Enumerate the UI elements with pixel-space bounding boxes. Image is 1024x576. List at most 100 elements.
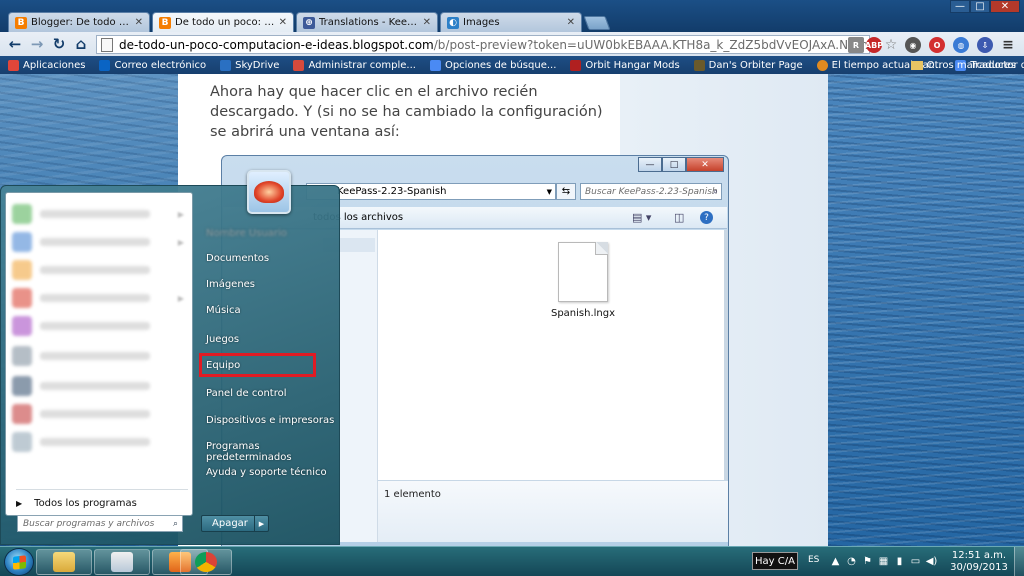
file-icon[interactable] <box>558 242 608 302</box>
item-count: 1 elemento <box>384 489 441 500</box>
app-icon <box>12 404 32 424</box>
program-item[interactable]: ▶ <box>12 287 190 309</box>
minimize-window-button[interactable]: — <box>950 0 970 13</box>
start-button[interactable] <box>4 548 34 576</box>
url-path: /b/post-preview?token=uUW0bkEBAAA.KTH8a_… <box>433 37 870 52</box>
display-icon[interactable]: ▭ <box>910 556 921 567</box>
new-tab-button[interactable] <box>583 16 611 30</box>
volume-icon[interactable]: ◀) <box>926 556 938 567</box>
close-window-button[interactable]: ✕ <box>990 0 1020 13</box>
close-icon[interactable]: ✕ <box>135 17 143 28</box>
close-icon[interactable]: ✕ <box>423 17 431 28</box>
program-item[interactable] <box>12 403 190 425</box>
address-bar[interactable]: de-todo-un-poco-computacion-e-ideas.blog… <box>96 35 870 54</box>
chevron-down-icon[interactable]: ▼ <box>547 188 552 196</box>
tab-images[interactable]: ◐ Images ✕ <box>440 12 582 32</box>
program-item[interactable]: ▶ <box>12 231 190 253</box>
close-icon[interactable]: ✕ <box>279 17 287 28</box>
person-icon <box>693 59 705 71</box>
language-indicator[interactable]: ES <box>808 555 819 565</box>
start-search-input[interactable]: Buscar programas y archivos ⌕ <box>17 515 183 532</box>
program-item[interactable] <box>12 259 190 281</box>
bookmark-opciones-busqueda[interactable]: Opciones de búsque... <box>429 59 556 71</box>
system-clock[interactable]: 12:51 a.m. 30/09/2013 <box>946 550 1012 574</box>
taskbar-app[interactable] <box>94 549 150 575</box>
chevron-right-icon[interactable]: ▶ <box>254 516 268 531</box>
taskbar-chrome[interactable] <box>180 549 232 575</box>
tab-label: Images <box>463 17 500 28</box>
other-bookmarks[interactable]: Otros marcadores <box>910 56 1016 74</box>
bookmark-correo[interactable]: Correo electrónico <box>99 59 206 71</box>
post-paragraph: Ahora hay que hacer clic en el archivo r… <box>210 84 603 140</box>
bookmark-skydrive[interactable]: SkyDrive <box>220 59 279 71</box>
network-icon[interactable]: ▦ <box>878 556 889 567</box>
extension-icon[interactable]: ◉ <box>905 37 921 53</box>
clock-sync-icon[interactable]: ◔ <box>846 556 857 567</box>
reload-icon[interactable]: ↻ <box>48 33 70 55</box>
program-item[interactable] <box>12 431 190 453</box>
explorer-search-input[interactable]: Buscar KeePass-2.23-Spanish ⌕ <box>580 183 722 200</box>
clock-time: 12:51 a.m. <box>951 550 1007 561</box>
maximize-window-button[interactable]: □ <box>970 0 990 13</box>
program-item[interactable]: ▶ <box>12 203 190 225</box>
bookmark-orbit-hangar[interactable]: Orbit Hangar Mods <box>570 59 680 71</box>
bookmark-aplicaciones[interactable]: Aplicaciones <box>8 59 85 71</box>
program-item[interactable] <box>12 345 190 367</box>
start-item-programas-predeterminados[interactable]: Programas predeterminados <box>206 441 339 463</box>
program-item[interactable] <box>12 315 190 337</box>
home-icon[interactable]: ⌂ <box>70 33 92 55</box>
show-desktop-button[interactable] <box>1014 547 1024 576</box>
folder-icon <box>53 552 75 572</box>
star-icon[interactable]: ☆ <box>883 37 899 53</box>
signal-icon[interactable]: ▮ <box>894 556 905 567</box>
cloud-icon <box>220 59 232 71</box>
start-item-panel-control[interactable]: Panel de control <box>206 388 287 399</box>
start-item-ayuda[interactable]: Ayuda y soporte técnico <box>206 467 327 478</box>
menu-icon[interactable]: ≡ <box>1000 37 1016 53</box>
user-avatar[interactable] <box>247 170 291 214</box>
tab-blogger[interactable]: B Blogger: De todo un poco ✕ <box>8 12 150 32</box>
help-icon[interactable]: ? <box>700 211 713 224</box>
back-arrow-icon[interactable]: ← <box>4 33 26 55</box>
preview-pane-icon[interactable]: ◫ <box>674 211 684 224</box>
flag-icon[interactable]: ⚑ <box>862 556 873 567</box>
notification-tooltip: Hay C/A <box>752 552 798 570</box>
background-sea-image <box>828 74 1024 546</box>
bookmark-administrar[interactable]: Administrar comple... <box>293 59 416 71</box>
adblock-icon[interactable]: ABP <box>865 37 883 53</box>
close-icon[interactable]: ✕ <box>567 17 575 28</box>
taskbar-explorer[interactable] <box>36 549 92 575</box>
tab-post-preview[interactable]: B De todo un poco: Vista pre ✕ <box>152 12 294 32</box>
explorer-minimize-button[interactable]: — <box>638 157 662 172</box>
start-item-juegos[interactable]: Juegos <box>206 334 239 345</box>
mail-icon <box>12 232 32 252</box>
start-item-user[interactable]: Nombre Usuario <box>206 228 287 239</box>
download-icon[interactable]: ⇩ <box>977 37 993 53</box>
start-item-documentos[interactable]: Documentos <box>206 253 269 264</box>
explorer-close-button[interactable]: ✕ <box>686 157 724 172</box>
explorer-scrollbar[interactable] <box>724 230 728 480</box>
globe-icon[interactable]: ◍ <box>953 37 969 53</box>
view-icon[interactable]: ▤ ▾ <box>632 211 651 224</box>
explorer-address-bar[interactable]: KeePass-2.23-Spanish ▼ <box>306 183 556 200</box>
start-menu-programs: ▶ ▶ ▶ ▶ Todos los programas <box>5 192 193 516</box>
forward-arrow-icon[interactable]: → <box>26 33 48 55</box>
explorer-maximize-button[interactable]: □ <box>662 157 686 172</box>
chevron-up-icon[interactable]: ▲ <box>830 556 841 567</box>
all-programs-button[interactable]: ▶ Todos los programas <box>16 495 186 511</box>
start-item-dispositivos[interactable]: Dispositivos e impresoras <box>206 415 334 426</box>
opera-icon[interactable]: O <box>929 37 945 53</box>
shutdown-button[interactable]: Apagar ▶ <box>201 515 269 532</box>
start-item-musica[interactable]: Música <box>206 305 241 316</box>
reader-icon[interactable]: R <box>848 37 864 53</box>
file-name[interactable]: Spanish.lngx <box>544 308 622 319</box>
window-icon <box>111 552 133 572</box>
start-item-imagenes[interactable]: Imágenes <box>206 279 255 290</box>
taskbar: Hay C/A ES ▲ ◔ ⚑ ▦ ▮ ▭ ◀) 12:51 a.m. 30/… <box>0 546 1024 576</box>
program-item[interactable] <box>12 375 190 397</box>
refresh-icon[interactable]: ⇆ <box>556 183 576 200</box>
tab-keepass-translations[interactable]: ⊕ Translations - KeePass ✕ <box>296 12 438 32</box>
tab-label: Translations - KeePass <box>319 17 419 28</box>
ccleaner-icon <box>12 288 32 308</box>
bookmark-dans-orbiter[interactable]: Dan's Orbiter Page <box>693 59 803 71</box>
